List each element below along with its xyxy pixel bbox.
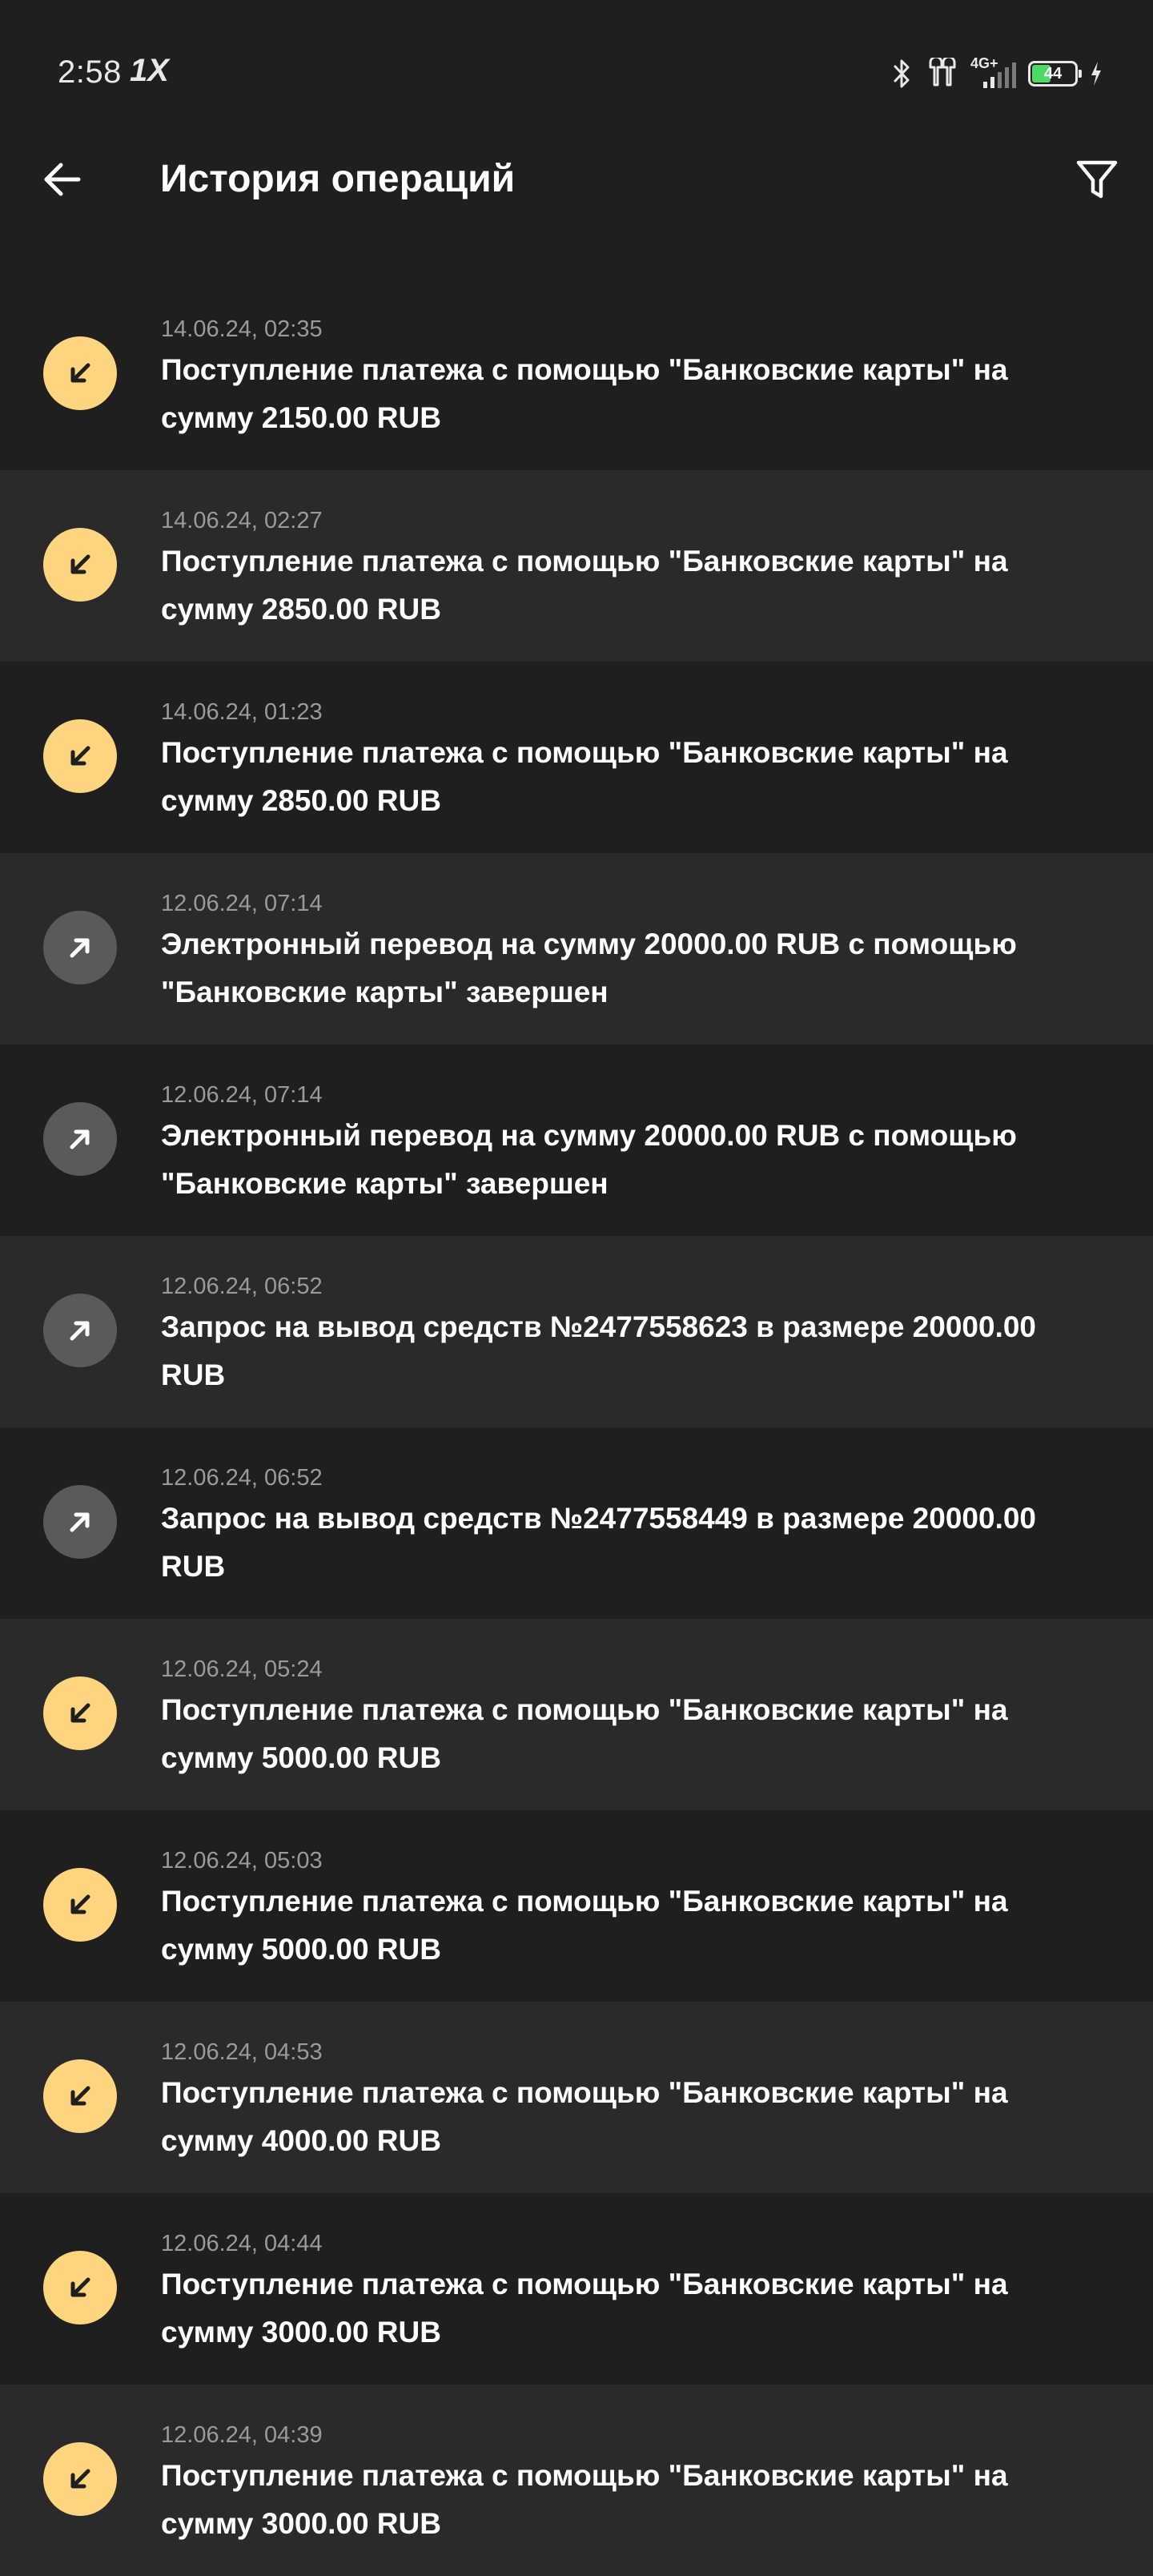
operation-date: 12.06.24, 04:39 [161, 2422, 323, 2448]
charging-icon [1089, 60, 1103, 87]
operation-date: 12.06.24, 05:03 [161, 1848, 323, 1874]
battery-icon: 44 [1028, 61, 1082, 87]
status-bar: 2:58 1X 4G+ 44 [0, 0, 1153, 147]
operation-description: Поступление платежа с помощью "Банковски… [161, 2459, 1008, 2540]
status-icons: 4G+ 44 [890, 56, 1103, 91]
status-time: 2:58 [58, 54, 122, 90]
operation-date: 12.06.24, 07:14 [161, 1082, 323, 1108]
operation-item[interactable]: 12.06.24, 05:24 Поступление платежа с пом… [0, 1619, 1153, 1810]
battery-level: 44 [1043, 64, 1063, 83]
operation-description: Поступление платежа с помощью "Банковски… [161, 1885, 1008, 1966]
operation-description: Поступление платежа с помощью "Банковски… [161, 545, 1008, 626]
operation-item[interactable]: 14.06.24, 02:35 Поступление платежа с пом… [0, 279, 1153, 470]
incoming-arrow-icon [43, 2251, 117, 2324]
signal-icon: 4G+ [970, 56, 1017, 91]
arrow-left-icon [44, 163, 81, 196]
operation-item[interactable]: 12.06.24, 04:39 Поступление платежа с пом… [0, 2385, 1153, 2576]
operation-date: 12.06.24, 05:24 [161, 1656, 323, 1682]
operation-date: 14.06.24, 01:23 [161, 699, 323, 725]
operation-item[interactable]: 12.06.24, 07:14 Электронный перевод на су… [0, 1044, 1153, 1236]
outgoing-arrow-icon [43, 1294, 117, 1367]
operation-description: Запрос на вывод средств №2477558449 в ра… [161, 1502, 1036, 1583]
outgoing-arrow-icon [43, 911, 117, 984]
filter-button[interactable] [1070, 152, 1124, 207]
operation-date: 14.06.24, 02:27 [161, 508, 323, 533]
operation-date: 12.06.24, 06:52 [161, 1465, 323, 1491]
operation-date: 12.06.24, 04:53 [161, 2039, 323, 2065]
outgoing-arrow-icon [43, 1102, 117, 1176]
operation-description: Запрос на вывод средств №2477558623 в ра… [161, 1310, 1036, 1391]
operation-date: 12.06.24, 06:52 [161, 1274, 323, 1299]
operation-date: 12.06.24, 07:14 [161, 891, 323, 916]
incoming-arrow-icon [43, 719, 117, 793]
operation-description: Электронный перевод на сумму 20000.00 RU… [161, 1119, 1017, 1200]
operation-description: Поступление платежа с помощью "Банковски… [161, 736, 1008, 817]
outgoing-arrow-icon [43, 1485, 117, 1559]
earbuds-icon [926, 58, 959, 90]
incoming-arrow-icon [43, 528, 117, 602]
incoming-arrow-icon [43, 336, 117, 410]
operation-description: Поступление платежа с помощью "Банковски… [161, 2268, 1008, 2349]
incoming-arrow-icon [43, 1676, 117, 1750]
back-button[interactable] [35, 152, 90, 207]
operation-description: Поступление платежа с помощью "Банковски… [161, 1693, 1008, 1774]
operation-description: Электронный перевод на сумму 20000.00 RU… [161, 928, 1017, 1008]
incoming-arrow-icon [43, 1868, 117, 1942]
page-title: История операций [160, 158, 516, 200]
operation-item[interactable]: 12.06.24, 06:52 Запрос на вывод средств №… [0, 1236, 1153, 1427]
operation-description: Поступление платежа с помощью "Банковски… [161, 2076, 1008, 2157]
operations-list: 14.06.24, 02:35 Поступление платежа с пом… [0, 279, 1153, 2576]
operation-date: 14.06.24, 02:35 [161, 316, 323, 342]
operation-item[interactable]: 12.06.24, 04:44 Поступление платежа с пом… [0, 2193, 1153, 2385]
operation-item[interactable]: 12.06.24, 06:52 Запрос на вывод средств №… [0, 1427, 1153, 1619]
bluetooth-icon [890, 58, 914, 90]
incoming-arrow-icon [43, 2059, 117, 2133]
operation-item[interactable]: 12.06.24, 04:53 Поступление платежа с пом… [0, 2002, 1153, 2193]
operation-item[interactable]: 14.06.24, 02:27 Поступление платежа с пом… [0, 470, 1153, 662]
operation-date: 12.06.24, 04:44 [161, 2231, 323, 2256]
incoming-arrow-icon [43, 2442, 117, 2516]
operation-item[interactable]: 12.06.24, 05:03 Поступление платежа с пом… [0, 1810, 1153, 2002]
operation-item[interactable]: 12.06.24, 07:14 Электронный перевод на су… [0, 853, 1153, 1044]
operation-item[interactable]: 14.06.24, 01:23 Поступление платежа с пом… [0, 662, 1153, 853]
filter-icon [1076, 160, 1118, 199]
status-brand-logo: 1X [130, 53, 169, 88]
operation-description: Поступление платежа с помощью "Банковски… [161, 353, 1008, 434]
